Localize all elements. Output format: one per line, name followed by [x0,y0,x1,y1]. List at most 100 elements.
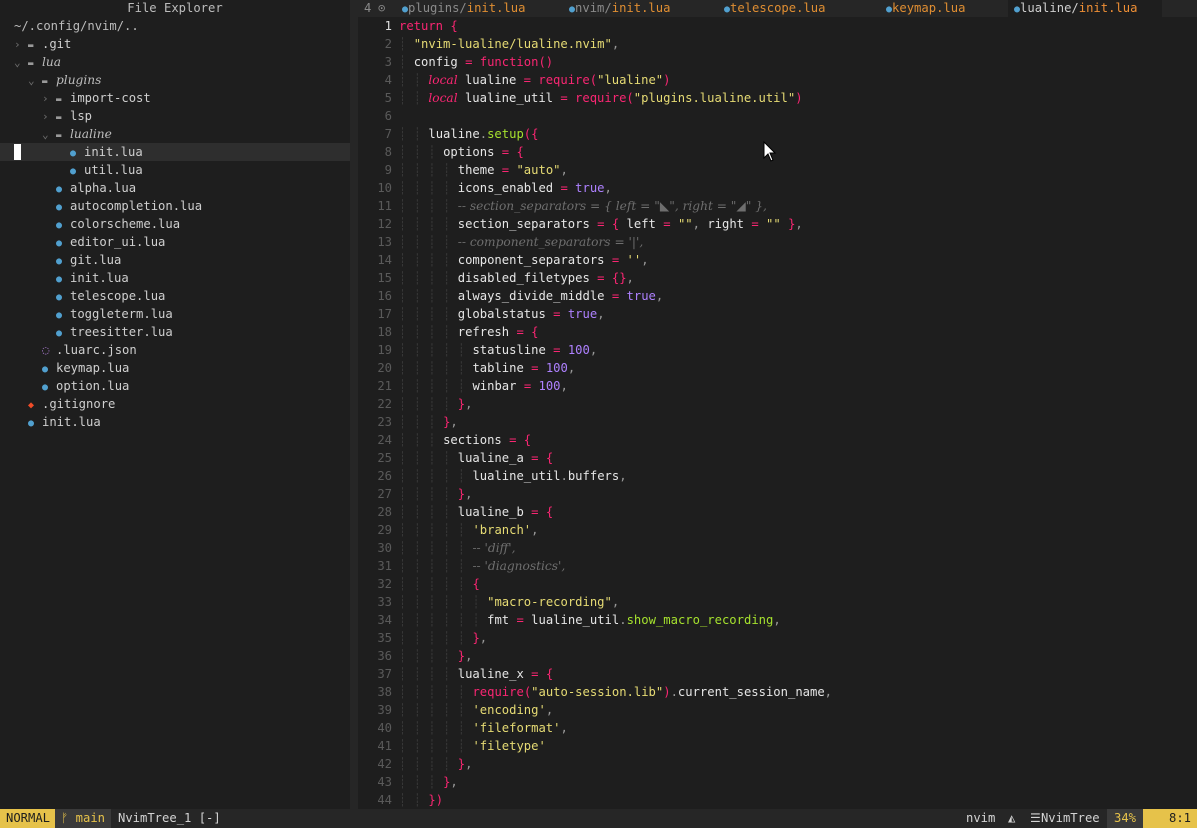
indent-guides: ┊ ┊ ┊ ┊ ┊ [399,739,466,753]
tree-item-label: .git [42,37,72,51]
code-line[interactable]: 3 ┊ config = function() [358,53,1197,71]
tree-file[interactable]: ● colorscheme.lua [0,215,350,233]
tab-filename: init.lua [1078,1,1138,15]
tab-0[interactable]: ●plugins/init.lua [396,0,551,17]
code-line[interactable]: 37 ┊ ┊ ┊ ┊ lualine_x = { [358,665,1197,683]
tree-folder[interactable]: › ▬ .git [0,35,350,53]
code-line[interactable]: 9 ┊ ┊ ┊ ┊ theme = "auto", [358,161,1197,179]
code-editor[interactable]: 1 return {2 ┊ "nvim-lualine/lualine.nvim",… [358,17,1197,809]
code-line[interactable]: 29 ┊ ┊ ┊ ┊ ┊ 'branch', [358,521,1197,539]
tree-file[interactable]: ● option.lua [0,377,350,395]
code-line[interactable]: 17 ┊ ┊ ┊ ┊ globalstatus = true, [358,305,1197,323]
tree-file[interactable]: ● toggleterm.lua [0,305,350,323]
tree-file[interactable]: ● init.lua [0,269,350,287]
line-number: 34 [377,613,392,627]
code-line[interactable]: 41 ┊ ┊ ┊ ┊ ┊ 'filetype' [358,737,1197,755]
tree-file[interactable]: ● init.lua [0,413,350,431]
chevron-down-icon[interactable]: ⌄ [14,54,28,72]
code-line[interactable]: 26 ┊ ┊ ┊ ┊ ┊ lualine_util.buffers, [358,467,1197,485]
tree-file[interactable]: ● treesitter.lua [0,323,350,341]
indent-guides: ┊ ┊ ┊ ┊ [399,307,451,321]
code-line[interactable]: 25 ┊ ┊ ┊ ┊ lualine_a = { [358,449,1197,467]
tree-file[interactable]: ● alpha.lua [0,179,350,197]
code-line[interactable]: 8 ┊ ┊ ┊ options = { [358,143,1197,161]
code-line[interactable]: 22 ┊ ┊ ┊ ┊ }, [358,395,1197,413]
code-line[interactable]: 1 return { [358,17,1197,35]
code-line[interactable]: 31 ┊ ┊ ┊ ┊ ┊ -- 'diagnostics', [358,557,1197,575]
code-line[interactable]: 7 ┊ ┊ lualine.setup({ [358,125,1197,143]
code-line[interactable]: 39 ┊ ┊ ┊ ┊ ┊ 'encoding', [358,701,1197,719]
code-line[interactable]: 38 ┊ ┊ ┊ ┊ ┊ require("auto-session.lib").… [358,683,1197,701]
code-text: theme = "auto", [457,163,568,177]
tree-file[interactable]: ◌ .luarc.json [0,341,350,359]
tree-folder[interactable]: ⌄ ▬ lua [0,53,350,71]
tree-folder[interactable]: › ▬ lsp [0,107,350,125]
tree-folder[interactable]: ⌄ ▬ plugins [0,71,350,89]
code-line[interactable]: 5 ┊ ┊ local lualine_util = require("plugi… [358,89,1197,107]
git-branch: ᚠ main [55,809,112,828]
tree-file[interactable]: ● git.lua [0,251,350,269]
tab-3[interactable]: ●keymap.lua [880,0,1000,17]
code-line[interactable]: 10 ┊ ┊ ┊ ┊ icons_enabled = true, [358,179,1197,197]
chevron-right-icon[interactable]: › [14,36,28,54]
code-line[interactable]: 35 ┊ ┊ ┊ ┊ ┊ }, [358,629,1197,647]
code-line[interactable]: 30 ┊ ┊ ┊ ┊ ┊ -- 'diff', [358,539,1197,557]
line-number: 2 [384,37,392,51]
tree-file[interactable]: ● editor_ui.lua [0,233,350,251]
explorer-cwd[interactable]: ~/.config/nvim/.. [0,17,350,35]
chevron-down-icon[interactable]: ⌄ [28,72,42,90]
code-line[interactable]: 40 ┊ ┊ ┊ ┊ ┊ 'fileformat', [358,719,1197,737]
tab-4[interactable]: ●lualine/init.lua [1008,0,1162,17]
tree-file[interactable]: ● util.lua [0,161,350,179]
line-number: 31 [377,559,392,573]
code-line[interactable]: 16 ┊ ┊ ┊ ┊ always_divide_middle = true, [358,287,1197,305]
code-line[interactable]: 12 ┊ ┊ ┊ ┊ section_separators = { left = … [358,215,1197,233]
code-line[interactable]: 21 ┊ ┊ ┊ ┊ ┊ winbar = 100, [358,377,1197,395]
tree-file[interactable]: ● init.lua [0,143,350,161]
tree-folder[interactable]: ⌄ ▬ lualine [0,125,350,143]
file-explorer[interactable]: File Explorer ~/.config/nvim/.. › ▬ .git ⌄ ▬… [0,0,350,809]
code-text: -- section_separators = { left = "◣", ri… [457,199,767,213]
code-line[interactable]: 43 ┊ ┊ ┊ }, [358,773,1197,791]
code-line[interactable]: 6 [358,107,1197,125]
tab-back-icon[interactable]: ⊙ [378,0,385,17]
line-number: 6 [384,109,392,123]
indent-guides: ┊ ┊ ┊ ┊ [399,181,451,195]
code-line[interactable]: 23 ┊ ┊ ┊ }, [358,413,1197,431]
code-line[interactable]: 20 ┊ ┊ ┊ ┊ ┊ tabline = 100, [358,359,1197,377]
code-line[interactable]: 24 ┊ ┊ ┊ sections = { [358,431,1197,449]
code-line[interactable]: 2 ┊ "nvim-lualine/lualine.nvim", [358,35,1197,53]
code-line[interactable]: 44 ┊ ┊ }) [358,791,1197,809]
indent-guides: ┊ ┊ ┊ ┊ [399,487,451,501]
code-line[interactable]: 28 ┊ ┊ ┊ ┊ lualine_b = { [358,503,1197,521]
mouse-pointer-icon [763,141,777,162]
indent-guides: ┊ ┊ ┊ ┊ [399,163,451,177]
tree-folder[interactable]: › ▬ import-cost [0,89,350,107]
code-line[interactable]: 13 ┊ ┊ ┊ ┊ -- component_separators = '|', [358,233,1197,251]
code-line[interactable]: 42 ┊ ┊ ┊ ┊ }, [358,755,1197,773]
window-separator[interactable] [350,0,358,809]
chevron-right-icon[interactable]: › [42,108,56,126]
code-line[interactable]: 32 ┊ ┊ ┊ ┊ ┊ { [358,575,1197,593]
code-line[interactable]: 15 ┊ ┊ ┊ ┊ disabled_filetypes = {}, [358,269,1197,287]
chevron-right-icon[interactable]: › [42,90,56,108]
code-line[interactable]: 27 ┊ ┊ ┊ ┊ }, [358,485,1197,503]
code-line[interactable]: 34 ┊ ┊ ┊ ┊ ┊ ┊ fmt = lualine_util.show_ma… [358,611,1197,629]
tab-2[interactable]: ●telescope.lua [718,0,873,17]
code-line[interactable]: 19 ┊ ┊ ┊ ┊ ┊ statusline = 100, [358,341,1197,359]
code-line[interactable]: 18 ┊ ┊ ┊ ┊ refresh = { [358,323,1197,341]
tree-file[interactable]: ◆ .gitignore [0,395,350,413]
code-text: sections = { [443,433,532,447]
tree-file[interactable]: ● autocompletion.lua [0,197,350,215]
code-line[interactable]: 36 ┊ ┊ ┊ ┊ }, [358,647,1197,665]
code-line[interactable]: 14 ┊ ┊ ┊ ┊ component_separators = '', [358,251,1197,269]
code-line[interactable]: 11 ┊ ┊ ┊ ┊ -- section_separators = { left… [358,197,1197,215]
tree-item-label: option.lua [56,379,130,393]
tree-file[interactable]: ● telescope.lua [0,287,350,305]
tree-file[interactable]: ● keymap.lua [0,359,350,377]
chevron-down-icon[interactable]: ⌄ [42,126,56,144]
tab-1[interactable]: ●nvim/init.lua [563,0,713,17]
code-line[interactable]: 33 ┊ ┊ ┊ ┊ ┊ ┊ "macro-recording", [358,593,1197,611]
code-line[interactable]: 4 ┊ ┊ local lualine = require("lualine") [358,71,1197,89]
line-number: 32 [377,577,392,591]
